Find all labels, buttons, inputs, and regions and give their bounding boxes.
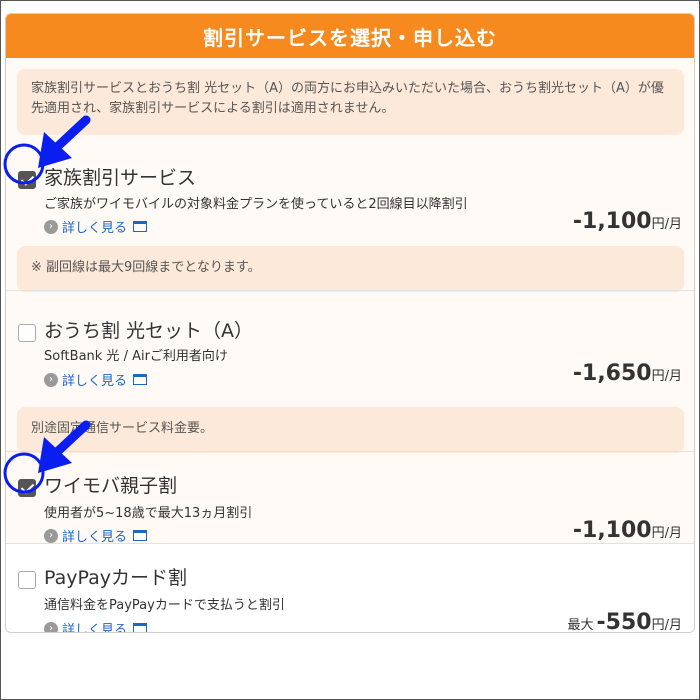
annotation-overlay (3, 115, 91, 494)
annotation-arrow-1 (38, 115, 91, 168)
annotation-circle-1 (3, 143, 45, 185)
annotation-circle-2 (3, 452, 45, 494)
annotation-arrow-2 (38, 420, 91, 473)
